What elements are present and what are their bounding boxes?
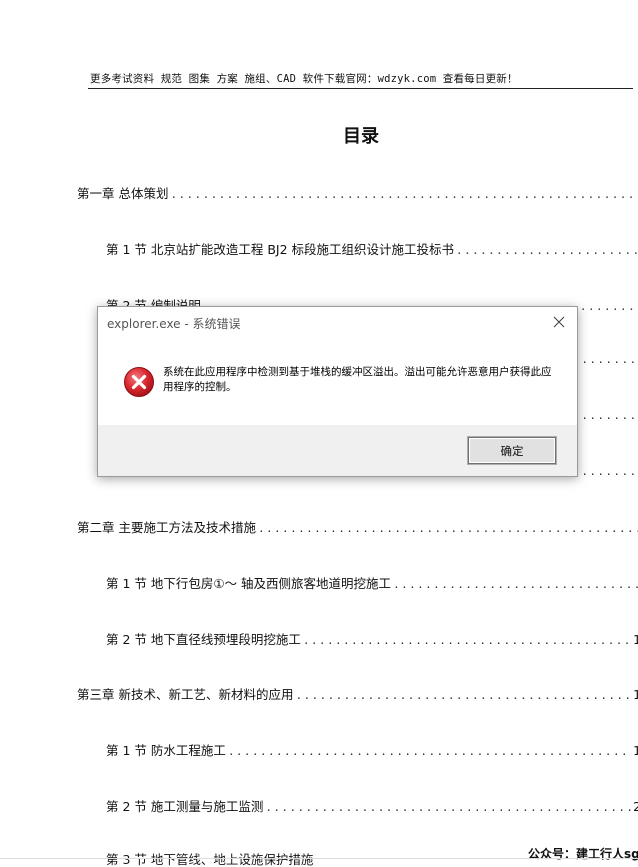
- toc-leader-dots: ........................................…: [227, 745, 632, 758]
- dialog-message: 系统在此应用程序中检测到基于堆栈的缓冲区溢出。溢出可能允许恶意用户获得此应用程序…: [163, 366, 552, 393]
- toc-entry: 第 1 节 防水工程施工 ...........................…: [106, 740, 638, 758]
- dialog-title: explorer.exe - 系统错误: [107, 317, 241, 331]
- toc-entry-label: 第 1 节 北京站扩能改造工程 BJ2 标段施工组织设计施工投标书: [106, 242, 455, 257]
- header-note: 更多考试资料 规范 图集 方案 施组、CAD 软件下载官网：wdzyk.com …: [90, 73, 518, 85]
- toc-leader-dots: ........................................…: [393, 578, 638, 591]
- toc-entry-label: 第一章 总体策划: [77, 186, 169, 201]
- dialog-body: 系统在此应用程序中检测到基于堆栈的缓冲区溢出。溢出可能允许恶意用户获得此应用程序…: [98, 343, 577, 425]
- toc-entry-label: 第三章 新技术、新工艺、新材料的应用: [77, 687, 294, 702]
- toc-entry: 第一章 总体策划 ...............................…: [77, 183, 638, 201]
- toc-leader-dots: ........................................…: [295, 689, 631, 702]
- toc-entry-label: 第 1 节 地下行包房①～ 轴及西侧旅客地道明挖施工: [106, 576, 392, 591]
- toc-entry-label: 第 1 节 防水工程施工: [106, 743, 226, 758]
- footer-watermark: 公众号：建工行人sg: [528, 847, 638, 861]
- dialog-footer: 确定: [98, 425, 577, 476]
- toc-entry: 第 1 节 北京站扩能改造工程 BJ2 标段施工组织设计施工投标书 ......…: [106, 239, 638, 257]
- toc-entry-label: 第 2 节 地下直径线预埋段明挖施工: [106, 632, 301, 647]
- toc-entry-label: 第 2 节 施工测量与施工监测: [106, 799, 264, 814]
- toc-title: 目录: [343, 126, 379, 147]
- header-rule: [88, 88, 633, 89]
- toc-entry: 第 2 节 施工测量与施工监测 ........................…: [106, 796, 638, 814]
- toc-entry-page: 180: [633, 687, 638, 702]
- error-icon: [123, 366, 155, 398]
- toc-entry-page: 180: [633, 743, 638, 758]
- toc-entry: 第 2 节 地下直径线预埋段明挖施工 .....................…: [106, 629, 638, 647]
- toc-leader-dots: ........................................…: [456, 244, 638, 257]
- system-error-dialog: explorer.exe - 系统错误 系统在此应用程序中检测到基于堆栈的缓冲区…: [97, 306, 578, 477]
- footer-rule: [0, 858, 638, 859]
- close-icon[interactable]: [547, 311, 571, 333]
- toc-leader-dots: ........................................…: [170, 188, 638, 201]
- toc-entry: 第 1 节 地下行包房①～ 轴及西侧旅客地道明挖施工 .............…: [106, 573, 638, 591]
- ok-button[interactable]: 确定: [468, 437, 556, 464]
- toc-leader-dots: ........................................…: [265, 801, 631, 814]
- toc-entry-page: 130: [633, 632, 638, 647]
- toc-entry-page: 207: [633, 799, 638, 814]
- toc-entry: 第三章 新技术、新工艺、新材料的应用 .....................…: [77, 684, 638, 702]
- toc-entry: 第二章 主要施工方法及技术措施 ........................…: [77, 517, 638, 535]
- toc-entry-label: 第二章 主要施工方法及技术措施: [77, 520, 256, 535]
- toc-leader-dots: ........................................…: [302, 634, 632, 647]
- toc-leader-dots: ........................................…: [257, 522, 638, 535]
